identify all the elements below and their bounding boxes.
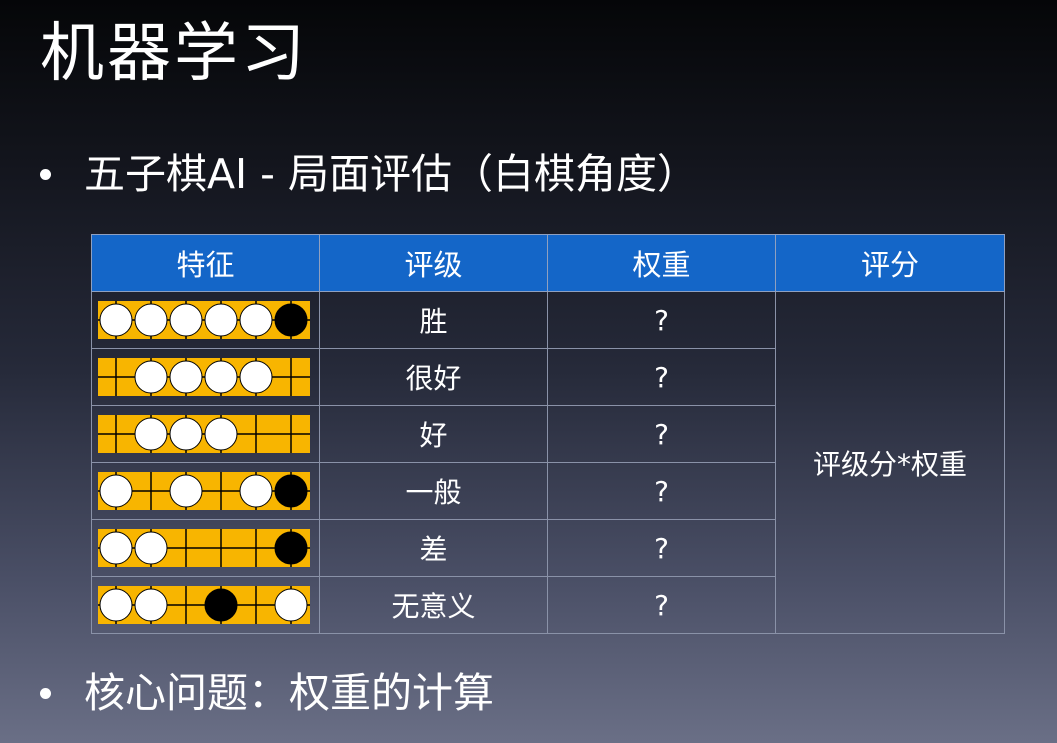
- score-cell: 评级分*权重: [775, 291, 1005, 634]
- white-stone: [239, 360, 273, 394]
- rating-cell: 差: [319, 519, 548, 577]
- gomoku-pattern: [98, 301, 310, 339]
- white-stone: [169, 303, 203, 337]
- gomoku-pattern: [98, 415, 310, 453]
- feature-cell: [91, 291, 320, 349]
- white-stone: [99, 588, 133, 622]
- board-svg: [98, 358, 310, 396]
- white-stone: [169, 417, 203, 451]
- feature-cell: [91, 405, 320, 463]
- white-stone: [169, 474, 203, 508]
- header-weight: 权重: [547, 234, 776, 292]
- weight-cell: ?: [547, 291, 776, 349]
- header-score: 评分: [775, 234, 1005, 292]
- weight-cell: ?: [547, 462, 776, 520]
- white-stone: [204, 360, 238, 394]
- white-stone: [134, 360, 168, 394]
- header-feature: 特征: [91, 234, 320, 292]
- rating-cell: 一般: [319, 462, 548, 520]
- slide-title: 机器学习: [40, 17, 308, 91]
- white-stone: [204, 417, 238, 451]
- board-svg: [98, 472, 310, 510]
- feature-cell: [91, 462, 320, 520]
- table-header-row: 特征 评级 权重 评分: [91, 234, 1005, 292]
- white-stone: [204, 303, 238, 337]
- board-svg: [98, 415, 310, 453]
- table-row: 胜 ? 评级分*权重: [91, 291, 1005, 634]
- board-svg: [98, 586, 310, 624]
- weight-cell: ?: [547, 348, 776, 406]
- white-stone: [239, 474, 273, 508]
- rating-cell: 无意义: [319, 576, 548, 634]
- bullet-dot-icon: [40, 687, 51, 699]
- rating-cell: 很好: [319, 348, 548, 406]
- weight-cell: ?: [547, 576, 776, 634]
- white-stone: [99, 531, 133, 565]
- bullet-text: 五子棋AI - 局面评估（白棋角度）: [84, 150, 698, 198]
- feature-cell: [91, 576, 320, 634]
- white-stone: [134, 303, 168, 337]
- white-stone: [99, 474, 133, 508]
- feature-cell: [91, 519, 320, 577]
- white-stone: [169, 360, 203, 394]
- gomoku-pattern: [98, 358, 310, 396]
- bullet-point: 五子棋AI - 局面评估（白棋角度）: [40, 148, 698, 200]
- white-stone: [134, 531, 168, 565]
- weight-cell: ?: [547, 405, 776, 463]
- board-svg: [98, 301, 310, 339]
- feature-cell: [91, 348, 320, 406]
- bullet-point: 核心问题：权重的计算: [40, 667, 494, 719]
- white-stone: [134, 588, 168, 622]
- black-stone: [204, 588, 238, 622]
- white-stone: [99, 303, 133, 337]
- gomoku-pattern: [98, 472, 310, 510]
- rating-cell: 胜: [319, 291, 548, 349]
- evaluation-table: 特征 评级 权重 评分 胜 ? 评级分*权重 很好 ? 好 ? 一般 ? 差 ?…: [91, 234, 1005, 634]
- black-stone: [274, 531, 308, 565]
- black-stone: [274, 303, 308, 337]
- white-stone: [274, 588, 308, 622]
- header-rating: 评级: [319, 234, 548, 292]
- rating-cell: 好: [319, 405, 548, 463]
- gomoku-pattern: [98, 586, 310, 624]
- bullet-text: 核心问题：权重的计算: [84, 669, 494, 717]
- bullet-dot-icon: [40, 168, 51, 180]
- white-stone: [134, 417, 168, 451]
- weight-cell: ?: [547, 519, 776, 577]
- board-svg: [98, 529, 310, 567]
- gomoku-pattern: [98, 529, 310, 567]
- white-stone: [239, 303, 273, 337]
- black-stone: [274, 474, 308, 508]
